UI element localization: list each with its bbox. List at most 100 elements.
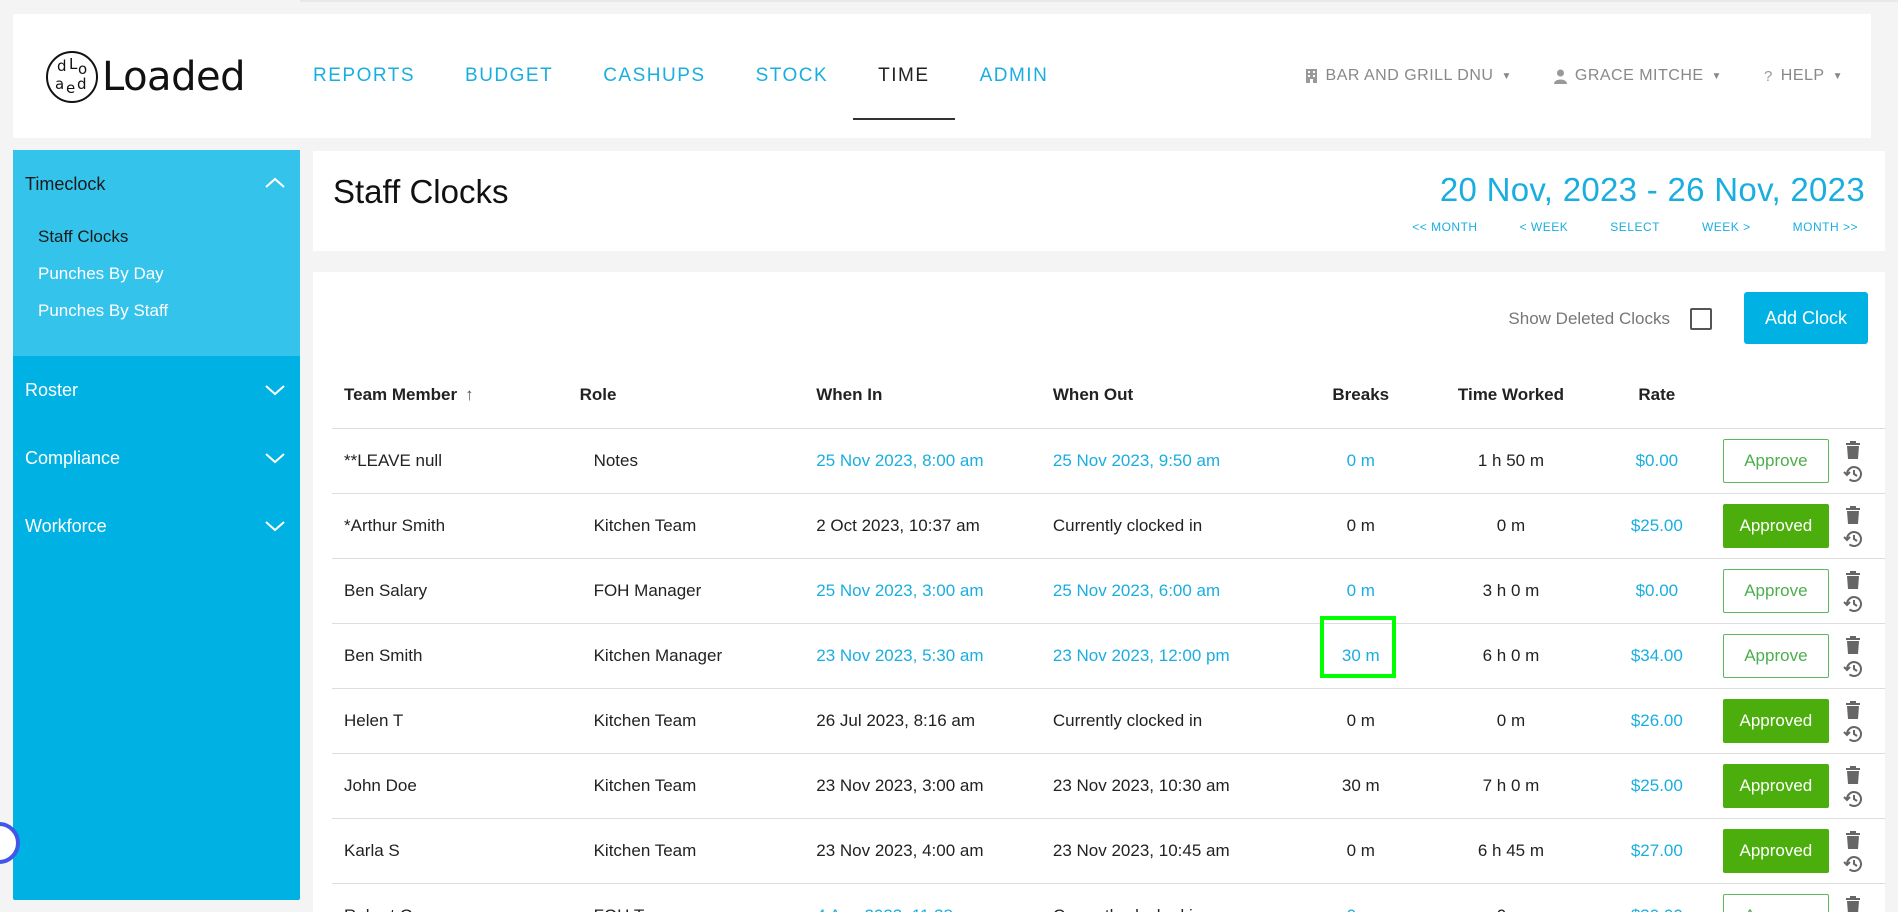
cell-when-in[interactable]: 23 Nov 2023, 5:30 am — [804, 623, 1041, 689]
history-icon[interactable] — [1843, 790, 1863, 808]
date-range[interactable]: 20 Nov, 2023 - 26 Nov, 2023 — [1440, 171, 1865, 209]
cell-rate[interactable]: $34.00 — [1602, 623, 1711, 689]
trash-icon[interactable] — [1845, 635, 1861, 654]
history-icon[interactable] — [1843, 725, 1863, 743]
history-icon[interactable] — [1843, 660, 1863, 678]
approve-button[interactable]: Approve — [1722, 439, 1829, 483]
col-rate[interactable]: Rate — [1602, 362, 1711, 429]
sidebar-item-staff-clocks[interactable]: Staff Clocks — [13, 218, 300, 255]
row-icons — [1843, 700, 1863, 743]
col-when-out[interactable]: When Out — [1040, 362, 1303, 429]
sidebar-head-compliance[interactable]: Compliance — [13, 424, 300, 492]
add-clock-button[interactable]: Add Clock — [1744, 292, 1868, 344]
cell-rate[interactable]: $25.00 — [1602, 753, 1711, 819]
prev-week-link[interactable]: < WEEK — [1520, 220, 1569, 234]
nav-admin[interactable]: ADMIN — [955, 14, 1074, 138]
approved-button[interactable]: Approved — [1722, 699, 1829, 743]
trash-icon[interactable] — [1845, 765, 1861, 784]
table-row[interactable]: Ben Smith Kitchen Manager 23 Nov 2023, 5:3… — [332, 616, 1885, 689]
approve-button[interactable]: Approve — [1722, 894, 1829, 912]
col-when-in[interactable]: When In — [804, 362, 1041, 429]
history-icon[interactable] — [1843, 465, 1863, 483]
cell-when-in[interactable]: 4 Aug 2023, 11:38 am — [804, 883, 1041, 912]
cell-when-out[interactable]: 23 Nov 2023, 12:00 pm — [1040, 623, 1303, 689]
cell-member: Ben Salary — [332, 558, 568, 624]
next-month-link[interactable]: MONTH >> — [1793, 220, 1858, 234]
cell-time-worked: 0 m — [1419, 688, 1603, 754]
sidebar-item-punches-by-day[interactable]: Punches By Day — [13, 255, 300, 292]
cell-breaks[interactable]: 0 m — [1302, 883, 1420, 912]
nav-cashups[interactable]: CASHUPS — [578, 14, 730, 138]
cell-rate[interactable]: $0.00 — [1602, 558, 1711, 624]
sidebar-item-punches-by-staff[interactable]: Punches By Staff — [13, 292, 300, 329]
breaks-text: 0 m — [1346, 841, 1375, 860]
cell-breaks[interactable]: 30 m — [1302, 616, 1420, 689]
table-row[interactable]: **LEAVE null Notes 25 Nov 2023, 8:00 am 25 … — [332, 428, 1885, 494]
table-row[interactable]: Robert GFOH Team4 Aug 2023, 11:38 amCurr… — [332, 883, 1885, 912]
col-team-member[interactable]: Team Member ↑ — [332, 362, 568, 429]
user-dropdown[interactable]: GRACE MITCHE ▼ — [1553, 67, 1722, 85]
cell-when-in[interactable]: 25 Nov 2023, 3:00 am — [804, 558, 1041, 624]
nav-budget[interactable]: BUDGET — [440, 14, 578, 138]
cell-when-out[interactable]: 25 Nov 2023, 6:00 am — [1040, 558, 1303, 624]
cell-member: *Arthur Smith — [332, 493, 568, 559]
venue-dropdown[interactable]: BAR AND GRILL DNU ▼ — [1305, 67, 1512, 85]
approve-button[interactable]: Approve — [1722, 569, 1829, 613]
building-icon — [1305, 69, 1317, 83]
approved-button[interactable]: Approved — [1722, 829, 1829, 873]
cell-when-in[interactable]: 25 Nov 2023, 8:00 am — [804, 428, 1041, 494]
trash-icon[interactable] — [1845, 830, 1861, 849]
history-icon[interactable] — [1843, 855, 1863, 873]
cell-time-worked: 6 h 45 m — [1419, 818, 1603, 884]
cell-when-out[interactable]: 25 Nov 2023, 9:50 am — [1040, 428, 1303, 494]
next-week-link[interactable]: WEEK > — [1702, 220, 1751, 234]
cell-rate[interactable]: $26.00 — [1602, 688, 1711, 754]
approved-button[interactable]: Approved — [1722, 764, 1829, 808]
breaks-text: 0 m — [1347, 906, 1375, 912]
cell-role: FOH Manager — [567, 558, 805, 624]
table-row[interactable]: Helen T Kitchen Team 26 Jul 2023, 8:16 am C… — [332, 688, 1885, 754]
breaks-value: 0 m — [1347, 451, 1375, 471]
cell-time-worked: 0 m — [1419, 493, 1603, 559]
help-dropdown[interactable]: ? HELP ▼ — [1764, 67, 1843, 85]
highlight-box — [1319, 616, 1396, 678]
cell-member: Karla S — [332, 818, 568, 884]
trash-icon[interactable] — [1845, 700, 1861, 719]
table-row[interactable]: *Arthur Smith Kitchen Team 2 Oct 2023, 10:… — [332, 493, 1885, 559]
select-date-link[interactable]: SELECT — [1610, 220, 1660, 234]
nav-time[interactable]: TIME — [853, 14, 955, 138]
cell-breaks[interactable]: 0 m — [1302, 558, 1420, 624]
col-time-worked[interactable]: Time Worked — [1419, 362, 1603, 429]
col-breaks[interactable]: Breaks — [1302, 362, 1420, 429]
nav-reports[interactable]: REPORTS — [288, 14, 440, 138]
history-icon[interactable] — [1843, 530, 1863, 548]
cell-rate[interactable]: $0.00 — [1602, 428, 1711, 494]
trash-icon[interactable] — [1845, 570, 1861, 589]
cell-member: Helen T — [332, 688, 568, 754]
sidebar-head-workforce[interactable]: Workforce — [13, 492, 300, 560]
cell-breaks[interactable]: 0 m — [1302, 428, 1420, 494]
sort-up-icon: ↑ — [465, 385, 474, 404]
cell-rate[interactable]: $27.00 — [1602, 818, 1711, 884]
table-row[interactable]: John Doe Kitchen Team 23 Nov 2023, 3:00 am… — [332, 753, 1885, 819]
show-deleted-checkbox[interactable] — [1690, 308, 1712, 330]
trash-icon[interactable] — [1845, 505, 1861, 524]
trash-icon[interactable] — [1845, 440, 1861, 459]
approve-button[interactable]: Approve — [1722, 634, 1829, 678]
cell-rate[interactable]: $25.00 — [1602, 493, 1711, 559]
breaks-text: 0 m — [1346, 516, 1375, 535]
cell-rate[interactable]: $30.00 — [1602, 883, 1711, 912]
approved-button[interactable]: Approved — [1722, 504, 1829, 548]
prev-month-link[interactable]: << MONTH — [1412, 220, 1477, 234]
sidebar-head-roster[interactable]: Roster — [13, 356, 300, 424]
breaks-value: 30 m — [1319, 616, 1396, 678]
col-role[interactable]: Role — [567, 362, 805, 429]
table-row[interactable]: Karla S Kitchen Team 23 Nov 2023, 4:00 am 2… — [332, 818, 1885, 884]
table-row[interactable]: Ben Salary FOH Manager 25 Nov 2023, 3:00 a… — [332, 558, 1885, 624]
brand-logo[interactable]: d L o a e d Loaded — [46, 48, 245, 106]
trash-icon[interactable] — [1845, 895, 1861, 912]
nav-stock[interactable]: STOCK — [731, 14, 854, 138]
sidebar-head-timeclock[interactable]: Timeclock — [13, 150, 300, 218]
history-icon[interactable] — [1843, 595, 1863, 613]
page-header: Staff Clocks 20 Nov, 2023 - 26 Nov, 2023… — [313, 151, 1885, 251]
